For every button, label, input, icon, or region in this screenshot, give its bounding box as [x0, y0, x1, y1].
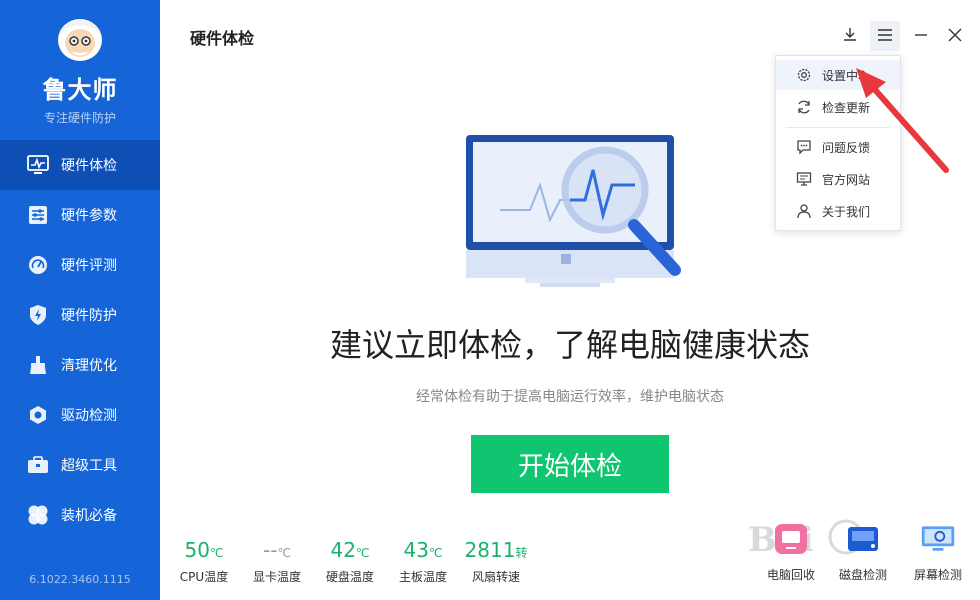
sidebar-item-label: 装机必备 — [61, 508, 117, 524]
stat-unit: 转 — [515, 546, 528, 560]
sidebar-item-label: 硬件参数 — [61, 208, 117, 224]
stat-value: 50 — [184, 538, 210, 562]
clover-icon — [27, 504, 49, 526]
sidebar-item-hardware-protection[interactable]: 硬件防护 — [0, 290, 160, 340]
tool-label: 磁盘检测 — [838, 568, 887, 582]
stat-unit: ℃ — [209, 546, 224, 560]
stat-value: 42 — [330, 538, 356, 562]
hexagon-gear-icon — [27, 404, 49, 426]
download-button[interactable] — [835, 21, 865, 51]
toolbox-icon — [27, 454, 49, 476]
stat-fan-speed: 2811转 风扇转速 — [460, 538, 532, 585]
tool-disk-check[interactable]: 磁盘检测 — [827, 522, 899, 583]
stat-label: 显卡温度 — [252, 570, 301, 584]
app-subtitle: 专注硬件防护 — [43, 111, 116, 125]
sidebar-item-hardware-benchmark[interactable]: 硬件评测 — [0, 240, 160, 290]
sidebar-item-hardware-params[interactable]: 硬件参数 — [0, 190, 160, 240]
start-checkup-button[interactable]: 开始体检 — [471, 435, 669, 493]
logo: 鲁大师 专注硬件防护 — [0, 14, 160, 126]
sidebar-item-label: 硬件防护 — [61, 308, 117, 324]
minimize-button[interactable] — [906, 21, 936, 51]
headline: 建议立即体检，了解电脑健康状态 — [329, 326, 810, 364]
download-icon — [842, 26, 858, 46]
menu-item-about[interactable]: 关于我们 — [776, 196, 900, 226]
shield-bolt-icon — [27, 304, 49, 326]
sidebar-item-label: 超级工具 — [61, 458, 117, 474]
stat-gpu-temp: --℃ 显卡温度 — [241, 538, 313, 585]
stat-value: 43 — [403, 538, 429, 562]
sidebar-item-label: 硬件体检 — [61, 158, 117, 174]
pulse-monitor-icon — [27, 154, 49, 176]
tool-label: 电脑回收 — [766, 568, 815, 582]
close-icon — [948, 27, 962, 46]
recycle-icon — [773, 522, 809, 556]
stat-unit: ℃ — [428, 546, 443, 560]
sidebar: 鲁大师 专注硬件防护 硬件体检 硬件参数 硬件评测 硬件防护 清理优化 驱动检测… — [0, 0, 160, 600]
stat-label: 风扇转速 — [471, 570, 520, 584]
stat-value: -- — [263, 538, 278, 562]
sidebar-item-driver-detection[interactable]: 驱动检测 — [0, 390, 160, 440]
minimize-icon — [914, 27, 928, 46]
version-label: 6.1022.3460.1115 — [29, 573, 131, 586]
stat-cpu-temp: 50℃ CPU温度 — [168, 538, 240, 585]
hamburger-icon — [877, 27, 893, 46]
page-title: 硬件体检 — [190, 29, 255, 48]
user-icon — [795, 202, 813, 220]
menu-item-label: 关于我们 — [822, 204, 871, 219]
screen-check-icon — [920, 522, 956, 556]
monitor-icon — [795, 170, 813, 188]
checkup-illustration — [460, 130, 690, 304]
stat-value: 2811 — [464, 538, 516, 562]
stat-unit: ℃ — [355, 546, 370, 560]
app-name: 鲁大师 — [42, 76, 118, 104]
tool-label: 屏幕检测 — [913, 568, 962, 582]
stat-board-temp: 43℃ 主板温度 — [387, 538, 459, 585]
sidebar-item-hardware-checkup[interactable]: 硬件体检 — [0, 140, 160, 190]
gear-icon — [795, 66, 813, 84]
sidebar-item-label: 清理优化 — [61, 358, 117, 374]
sidebar-item-cleanup[interactable]: 清理优化 — [0, 340, 160, 390]
stat-label: 主板温度 — [398, 570, 447, 584]
stat-label: 硬盘温度 — [325, 570, 374, 584]
sliders-icon — [27, 204, 49, 226]
sidebar-item-essentials[interactable]: 装机必备 — [0, 490, 160, 540]
stat-unit: ℃ — [277, 546, 291, 560]
tool-pc-recycle[interactable]: 电脑回收 — [755, 522, 827, 583]
stat-label: CPU温度 — [179, 570, 229, 584]
chat-icon — [795, 138, 813, 156]
annotation-arrow-icon — [840, 60, 952, 179]
sidebar-item-super-tools[interactable]: 超级工具 — [0, 440, 160, 490]
tool-screen-check[interactable]: 屏幕检测 — [902, 522, 974, 583]
gauge-icon — [27, 254, 49, 276]
close-button[interactable] — [940, 21, 970, 51]
stat-disk-temp: 42℃ 硬盘温度 — [314, 538, 386, 585]
subtext: 经常体检有助于提高电脑运行效率，维护电脑状态 — [416, 389, 724, 405]
disk-icon — [845, 522, 881, 556]
menu-button[interactable] — [870, 21, 900, 51]
sidebar-item-label: 驱动检测 — [61, 408, 117, 424]
refresh-icon — [795, 98, 813, 116]
sidebar-item-label: 硬件评测 — [61, 258, 117, 274]
mascot-logo-icon — [52, 14, 108, 64]
broom-icon — [27, 354, 49, 376]
